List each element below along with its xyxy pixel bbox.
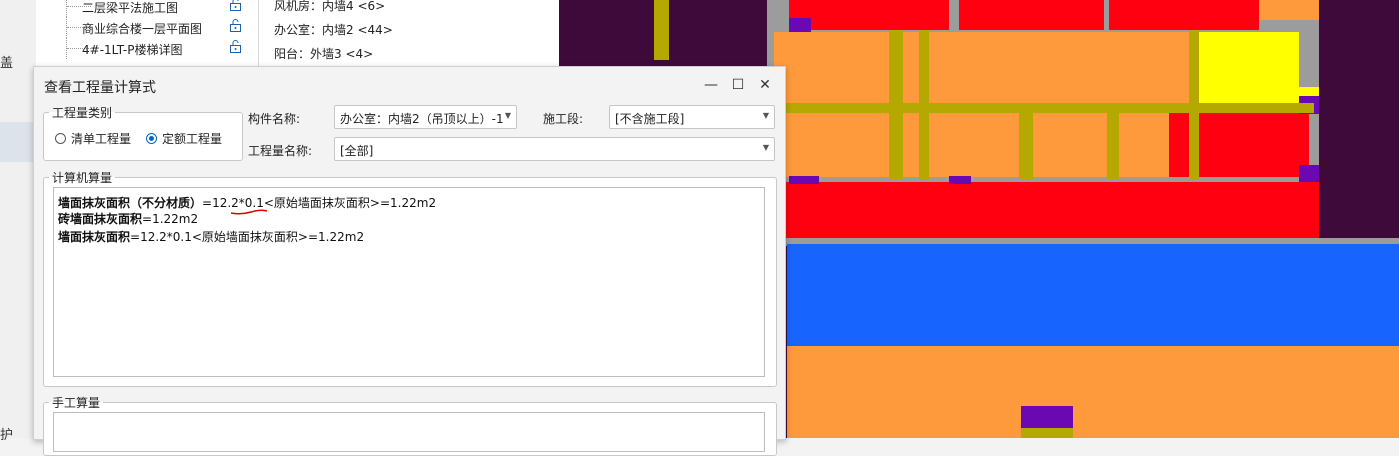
manual-calc-legend: 手工算量 xyxy=(52,396,101,410)
nav-label-top[interactable]: 盖 xyxy=(0,52,13,71)
manual-calc-textarea[interactable] xyxy=(53,412,765,452)
drawing-list-item[interactable]: 4#-1LT-P楼梯详图 xyxy=(36,38,258,59)
calc-line-name: 墙面抹灰面积 xyxy=(58,230,131,244)
radio-label: 清单工程量 xyxy=(71,132,132,146)
construction-stage-select[interactable]: [不含施工段] ▼ xyxy=(609,105,775,129)
selected-nav-highlight xyxy=(0,122,36,162)
computer-calc-textarea[interactable]: 墙面抹灰面积（不分材质） =12.2*0.1<原始墙面抹灰面积>=1.22m2 砖… xyxy=(53,187,765,377)
close-icon: ✕ xyxy=(759,77,771,93)
drawing-name: 商业综合楼一层平面图 xyxy=(82,22,203,36)
radio-norm-quantity[interactable]: 定额工程量 xyxy=(146,130,222,147)
unlock-icon[interactable] xyxy=(230,19,241,32)
dropdown-arrow-icon: ▼ xyxy=(762,111,769,120)
nav-label-bottom[interactable]: 护 xyxy=(0,424,13,443)
construction-stage-label: 施工段: xyxy=(543,112,584,126)
radio-bill-quantity[interactable]: 清单工程量 xyxy=(55,130,131,147)
calc-line-formula: =1.22m2 xyxy=(142,212,199,226)
dropdown-arrow-icon: ▼ xyxy=(762,143,769,152)
drawing-list-item[interactable]: 二层梁平法施工图 xyxy=(36,0,258,17)
quantity-formula-dialog: 查看工程量计算式 — ☐ ✕ 工程量类别 清单工程量 定额工程量 构件名称: 办… xyxy=(33,66,786,456)
construction-stage-value: [不含施工段] xyxy=(615,112,685,126)
quantity-type-legend: 工程量类别 xyxy=(52,106,113,120)
unlock-icon[interactable] xyxy=(230,40,241,53)
calc-line-name: 砖墙面抹灰面积 xyxy=(58,212,143,226)
minimize-button[interactable]: — xyxy=(699,73,723,97)
maximize-button[interactable]: ☐ xyxy=(726,73,750,97)
drawing-name: 二层梁平法施工图 xyxy=(82,1,179,15)
drawing-list-item[interactable]: 商业综合楼一层平面图 xyxy=(36,17,258,38)
maximize-icon: ☐ xyxy=(731,77,745,93)
component-name-value: 办公室：内墙2（吊顶以上）-1 xyxy=(340,112,504,126)
drawing-name: 4#-1LT-P楼梯详图 xyxy=(82,43,183,57)
calc-line: 砖墙面抹灰面积=1.22m2 xyxy=(58,210,198,227)
computer-calc-legend: 计算机算量 xyxy=(52,171,113,185)
component-name-label: 构件名称: xyxy=(248,112,301,126)
close-button[interactable]: ✕ xyxy=(753,73,777,97)
quantity-name-value: [全部] xyxy=(340,144,374,158)
quantity-name-select[interactable]: [全部] ▼ xyxy=(334,137,775,161)
calc-line-name: 墙面抹灰面积（不分材质） xyxy=(58,196,203,210)
minimize-icon: — xyxy=(704,77,718,93)
radio-label: 定额工程量 xyxy=(162,132,223,146)
component-list-panel: 风机房：内墙4 <6> 办公室：内墙2 <44> 阳台：外墙3 <4> xyxy=(259,0,559,66)
calc-line-formula: =12.2*0.1<原始墙面抹灰面积>=1.22m2 xyxy=(130,230,365,244)
component-list-item[interactable]: 风机房：内墙4 <6> xyxy=(274,0,385,14)
component-list-item[interactable]: 阳台：外墙3 <4> xyxy=(274,45,373,62)
component-list-item[interactable]: 办公室：内墙2 <44> xyxy=(274,21,393,38)
unlock-icon[interactable] xyxy=(230,0,241,11)
app-left-strip: 盖 护 xyxy=(0,0,36,443)
drawing-list-panel: 二层梁平法施工图 商业综合楼一层平面图 4#-1LT-P楼梯详图 xyxy=(36,0,259,66)
red-underline-annotation xyxy=(230,209,268,215)
radio-circle xyxy=(55,133,66,144)
radio-circle-selected xyxy=(146,133,157,144)
calc-line: 墙面抹灰面积=12.2*0.1<原始墙面抹灰面积>=1.22m2 xyxy=(58,228,364,245)
component-name-select[interactable]: 办公室：内墙2（吊顶以上）-1 ▼ xyxy=(334,105,517,129)
dialog-title: 查看工程量计算式 xyxy=(44,80,156,96)
quantity-name-label: 工程量名称: xyxy=(248,144,313,158)
dropdown-arrow-icon: ▼ xyxy=(504,111,511,120)
